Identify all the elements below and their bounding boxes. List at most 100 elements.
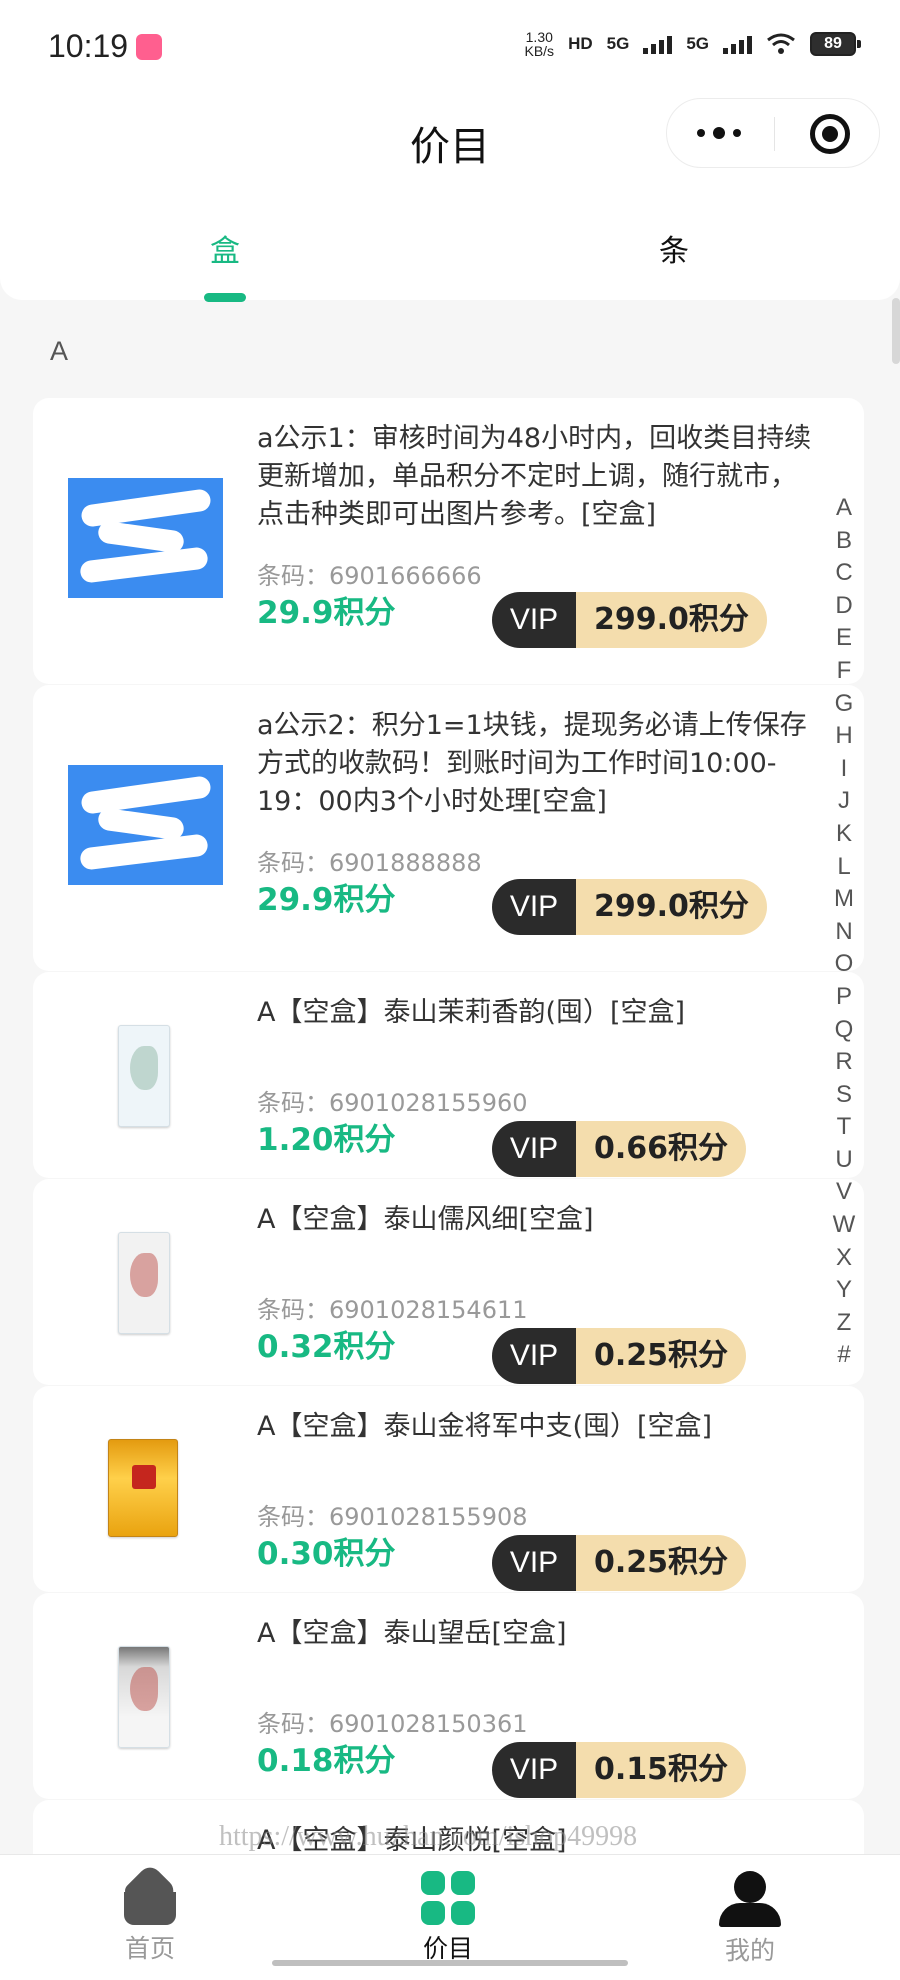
section-header-a: A xyxy=(50,336,69,366)
item-barcode: 条码：6901028150361 xyxy=(257,1710,528,1738)
alphabet-index-item[interactable]: C xyxy=(828,557,860,590)
alphabet-index-item[interactable]: V xyxy=(828,1176,860,1209)
alphabet-index-item[interactable]: H xyxy=(828,720,860,753)
item-title: a公示1：审核时间为48小时内，回收类目持续更新增加，单品积分不定时上调，随行就… xyxy=(257,423,812,530)
close-target-icon[interactable] xyxy=(810,114,850,154)
price-list-item[interactable]: A【空盒】泰山金将军中支(囤）[空盒] 条码：6901028155908 0.3… xyxy=(33,1386,864,1592)
tab-strip[interactable]: 条 xyxy=(614,226,734,270)
5g-indicator-2: 5G xyxy=(686,34,709,53)
bottom-nav-mine[interactable]: 我的 xyxy=(685,1871,815,1967)
bottom-navigation: 首页 价目 我的 xyxy=(0,1854,900,1980)
price-list-item[interactable]: A【空盒】泰山望岳[空盒] 条码：6901028150361 0.18积分 VI… xyxy=(33,1593,864,1799)
capsule-divider xyxy=(774,117,775,151)
cigarette-pack-image xyxy=(68,1021,223,1141)
category-tabs: 盒 条 xyxy=(0,206,900,302)
signal-icon xyxy=(723,34,752,54)
bottom-nav-price-list[interactable]: 价目 xyxy=(383,1871,513,1965)
hd-indicator: HD xyxy=(568,34,593,53)
cigarette-pack-image xyxy=(68,1228,223,1348)
grid-icon xyxy=(421,1871,475,1925)
cigarette-pack-image xyxy=(68,1435,223,1555)
mini-program-capsule xyxy=(666,98,880,168)
bottom-nav-mine-label: 我的 xyxy=(724,1936,775,1965)
item-price: 0.32积分 xyxy=(257,1329,396,1365)
speed-value: 1.30 xyxy=(525,29,553,45)
wifi-icon xyxy=(767,33,795,54)
user-icon xyxy=(719,1871,781,1927)
item-barcode: 条码：6901888888 xyxy=(257,849,482,877)
alphabet-index-item[interactable]: Q xyxy=(828,1014,860,1047)
alphabet-index-item[interactable]: J xyxy=(828,785,860,818)
alphabet-index-item[interactable]: D xyxy=(828,590,860,623)
alphabet-index-item[interactable]: # xyxy=(828,1339,860,1372)
notice-image xyxy=(68,478,223,598)
alphabet-index-item[interactable]: O xyxy=(828,948,860,981)
status-icons: 1.30 KB/s HD 5G 5G 89 xyxy=(524,30,861,58)
bottom-nav-home[interactable]: 首页 xyxy=(85,1871,215,1965)
status-time: 10:19 xyxy=(48,28,129,64)
cigarette-pack-image xyxy=(68,1642,223,1762)
item-price: 0.30积分 xyxy=(257,1536,396,1572)
home-icon xyxy=(122,1871,178,1925)
scrollbar-thumb[interactable] xyxy=(892,298,900,364)
alphabet-index-item[interactable]: W xyxy=(828,1209,860,1242)
alphabet-index-item[interactable]: U xyxy=(828,1144,860,1177)
notice-image xyxy=(68,765,223,885)
alphabet-index-item[interactable]: P xyxy=(828,981,860,1014)
item-barcode: 条码：6901028154611 xyxy=(257,1296,528,1324)
bottom-nav-home-label: 首页 xyxy=(124,1934,175,1963)
vip-price-badge: VIP 0.66积分 xyxy=(492,1121,747,1177)
home-indicator[interactable] xyxy=(272,1960,628,1966)
battery-icon: 89 xyxy=(810,32,861,56)
item-title: a公示2：积分1=1块钱，提现务必请上传保存方式的收款码！到账时间为工作时间10… xyxy=(257,710,807,817)
signal-icon xyxy=(643,34,673,54)
item-barcode: 条码：6901028155960 xyxy=(257,1089,528,1117)
price-list-item[interactable]: A【空盒】泰山茉莉香韵(囤）[空盒] 条码：6901028155960 1.20… xyxy=(33,972,864,1178)
item-price: 1.20积分 xyxy=(257,1122,396,1158)
alphabet-index-item[interactable]: Y xyxy=(828,1274,860,1307)
navigation-bar: 价目 xyxy=(0,96,900,206)
item-price: 0.18积分 xyxy=(257,1743,396,1779)
alphabet-index-item[interactable]: M xyxy=(828,883,860,916)
alphabet-index-item[interactable]: Z xyxy=(828,1307,860,1340)
alphabet-index-item[interactable]: X xyxy=(828,1242,860,1275)
vip-price-badge: VIP 299.0积分 xyxy=(492,879,767,935)
alphabet-index-item[interactable]: K xyxy=(828,818,860,851)
alphabet-index-item[interactable]: E xyxy=(828,622,860,655)
alphabet-index-item[interactable]: R xyxy=(828,1046,860,1079)
item-title: A【空盒】泰山望岳[空盒] xyxy=(257,1618,567,1649)
alphabet-index-item[interactable]: F xyxy=(828,655,860,688)
alphabet-index-item[interactable]: A xyxy=(828,492,860,525)
alphabet-index-item[interactable]: G xyxy=(828,688,860,721)
alphabet-index-item[interactable]: L xyxy=(828,851,860,884)
5g-indicator-1: 5G xyxy=(606,34,630,53)
tab-box[interactable]: 盒 xyxy=(165,226,285,270)
alphabet-index-item[interactable]: B xyxy=(828,525,860,558)
more-icon[interactable] xyxy=(697,127,741,139)
vip-price-badge: VIP 0.25积分 xyxy=(492,1328,747,1384)
status-bar: 10:19 1.30 KB/s HD 5G 5G 89 xyxy=(0,0,900,96)
alphabet-index-item[interactable]: N xyxy=(828,916,860,949)
alphabet-index[interactable]: A B C D E F G H I J K L M N O P Q R S T … xyxy=(828,492,860,1372)
price-list-item[interactable]: a公示2：积分1=1块钱，提现务必请上传保存方式的收款码！到账时间为工作时间10… xyxy=(33,685,864,971)
item-title: A【空盒】泰山金将军中支(囤）[空盒] xyxy=(257,1411,713,1442)
item-title: A【空盒】泰山儒风细[空盒] xyxy=(257,1204,594,1235)
price-list-item[interactable]: A【空盒】泰山儒风细[空盒] 条码：6901028154611 0.32积分 V… xyxy=(33,1179,864,1385)
app-notification-icon xyxy=(136,34,162,60)
alphabet-index-item[interactable]: I xyxy=(828,753,860,786)
price-list-item[interactable]: a公示1：审核时间为48小时内，回收类目持续更新增加，单品积分不定时上调，随行就… xyxy=(33,398,864,684)
vip-price-badge: VIP 0.25积分 xyxy=(492,1535,747,1591)
alphabet-index-item[interactable]: T xyxy=(828,1111,860,1144)
item-price: 29.9积分 xyxy=(257,882,396,918)
price-list: a公示1：审核时间为48小时内，回收类目持续更新增加，单品积分不定时上调，随行就… xyxy=(33,398,864,1860)
item-barcode: 条码：6901666666 xyxy=(257,562,482,590)
active-tab-indicator xyxy=(204,293,246,302)
item-title: A【空盒】泰山茉莉香韵(囤）[空盒] xyxy=(257,997,686,1028)
speed-unit: KB/s xyxy=(524,43,555,59)
watermark-text: https://www.huzhan.com/ishop49998 xyxy=(219,1821,638,1852)
vip-price-badge: VIP 0.15积分 xyxy=(492,1742,747,1798)
network-speed: 1.30 KB/s xyxy=(524,30,554,58)
alphabet-index-item[interactable]: S xyxy=(828,1079,860,1112)
item-barcode: 条码：6901028155908 xyxy=(257,1503,528,1531)
vip-price-badge: VIP 299.0积分 xyxy=(492,592,767,648)
